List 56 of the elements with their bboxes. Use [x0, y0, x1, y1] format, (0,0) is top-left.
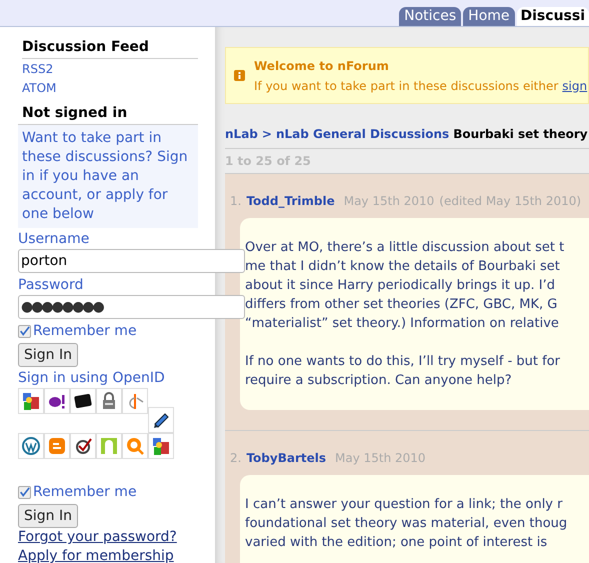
- info-icon: [234, 70, 245, 81]
- sign-in-button[interactable]: Sign In: [18, 504, 78, 528]
- post-text-line: “materialist” set theory.) Information on relative: [245, 315, 559, 333]
- post-date: May 15th 2010: [344, 193, 434, 210]
- signin-note: Want to take part in these discussions? Sign in if you have an account, or apply for one below: [18, 125, 198, 228]
- notice-text: If you want to take part in these discussions either: [254, 78, 558, 94]
- post-text-line: If no one wants to do this, I’ll try myself - but for: [245, 353, 560, 371]
- field-label: Username: [18, 230, 90, 248]
- author-link[interactable]: TobyBartels: [246, 449, 326, 467]
- post-text-line: require a subscription. Can anyone help?: [245, 372, 512, 390]
- account-link[interactable]: Forgot your password?: [18, 528, 215, 547]
- post-number: 1.: [230, 193, 242, 210]
- openid-title: Sign in using OpenID: [18, 369, 166, 387]
- section-title: Discussion Feed: [22, 38, 198, 59]
- nav-tab[interactable]: Discussi: [516, 7, 589, 26]
- checkbox[interactable]: [18, 486, 31, 498]
- magnifier-icon: [124, 435, 146, 457]
- colored-squares-icon: [20, 390, 42, 412]
- remember-label: Remember me: [33, 322, 137, 340]
- post-text-line: varied with the edition; one point of interest is: [245, 534, 548, 552]
- post-text-line: foundational set theory was material, even thoug: [245, 515, 568, 533]
- post-text-line: about it since Harry periodically brings it up. I’d: [245, 277, 556, 295]
- author-link[interactable]: Todd_Trimble: [246, 192, 335, 210]
- wordpress-icon: [20, 435, 42, 457]
- checkmark-icon: [19, 486, 30, 498]
- password-field[interactable]: ●●●●●●●●: [18, 295, 245, 319]
- breadcrumb-link[interactable]: nLab General Discussions: [276, 124, 450, 144]
- sign-in-link[interactable]: sign: [562, 76, 588, 96]
- account-link[interactable]: Apply for membership: [18, 547, 215, 563]
- checkbox[interactable]: [18, 324, 31, 338]
- post-number: 2.: [230, 450, 242, 467]
- openid-provider-button[interactable]: [70, 388, 96, 414]
- nav-tab[interactable]: Notices: [399, 7, 462, 26]
- openid-provider-button[interactable]: [148, 407, 174, 433]
- post-text-line: Over at MO, there’s a little discussion about set t: [245, 239, 564, 257]
- post-text-line: I can’t answer your question for a link; the only r: [245, 496, 562, 514]
- username-field[interactable]: porton: [18, 249, 245, 273]
- blogger-icon: [46, 435, 68, 457]
- page-title: Bourbaki set theory: [453, 126, 588, 143]
- breadcrumb-link[interactable]: nLab: [225, 124, 258, 144]
- post-text-line: differs from other set theories (ZFC, GBC, MK, G: [245, 296, 558, 314]
- feed-link[interactable]: ATOM: [22, 79, 198, 97]
- checkmark-icon: [19, 324, 30, 338]
- notice-title: Welcome to nForum: [254, 58, 390, 74]
- post-date: May 15th 2010: [335, 450, 426, 467]
- post-text-line: me that I didn’t know the details of Bourbaki set: [245, 258, 560, 276]
- edited-note: (edited May 15th 2010): [439, 193, 582, 210]
- feed-link[interactable]: RSS2: [22, 60, 198, 78]
- colored-squares-icon: [150, 435, 172, 457]
- breadcrumb-link[interactable]: >: [262, 124, 272, 144]
- field-label: Password: [18, 276, 84, 294]
- remember-label: Remember me: [33, 483, 137, 501]
- sign-in-button[interactable]: Sign In: [18, 343, 78, 367]
- nav-tab[interactable]: Home: [463, 7, 515, 26]
- openid-provider-button[interactable]: [44, 388, 70, 414]
- openid-provider-button[interactable]: [70, 433, 96, 459]
